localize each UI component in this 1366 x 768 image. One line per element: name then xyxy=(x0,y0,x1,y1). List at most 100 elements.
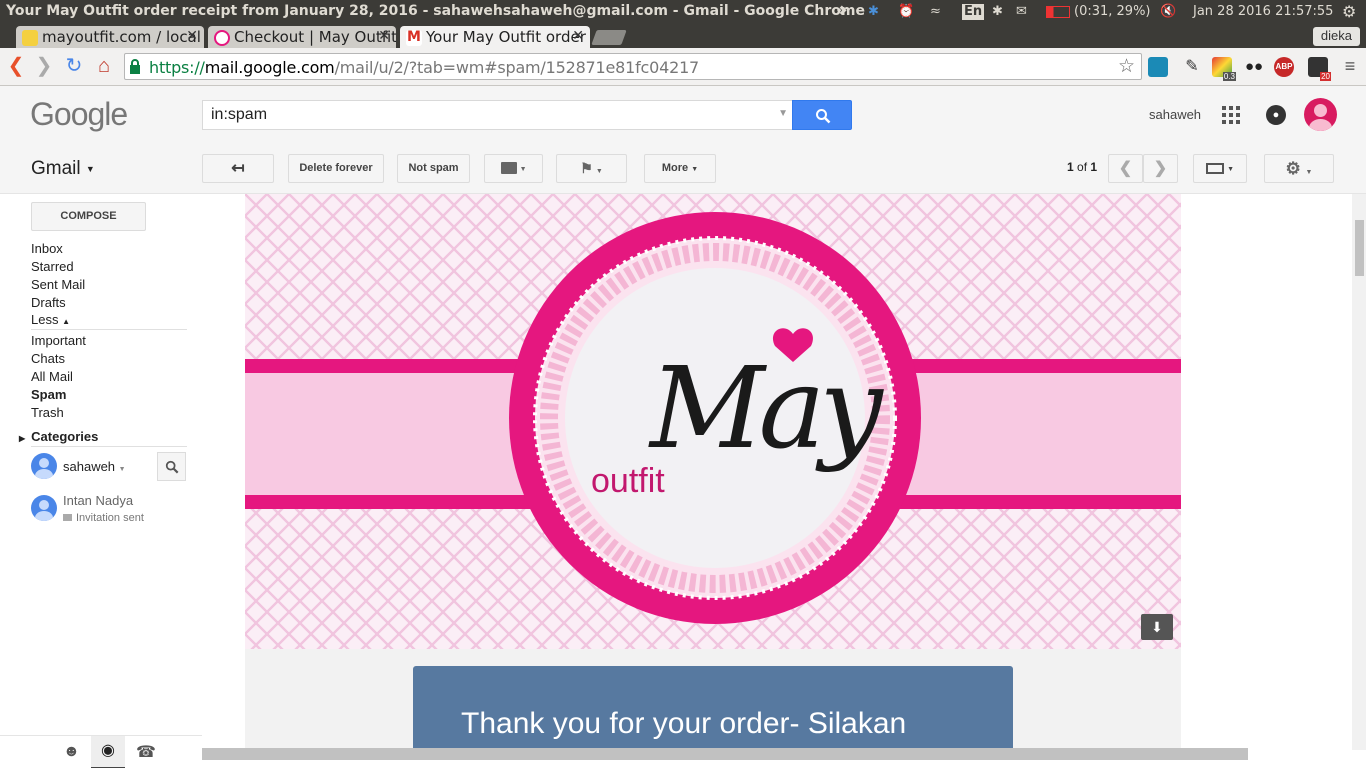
gmail-app-switcher[interactable]: Gmail ▼ xyxy=(31,158,95,180)
bookmark-star-icon[interactable]: ☆ xyxy=(1118,55,1135,78)
gmail-header: Google ▼ sahaweh ● Gmail ▼ ↤ Delete fore… xyxy=(0,86,1366,194)
eyedropper-icon[interactable]: ✎ xyxy=(1182,57,1202,77)
contact-avatar[interactable] xyxy=(31,495,57,521)
bluetooth-status-icon[interactable]: ✱ xyxy=(992,4,1003,20)
google-logo[interactable]: Google xyxy=(30,96,128,133)
nav-less-toggle[interactable]: Less ▲ xyxy=(31,312,70,327)
search-icon xyxy=(165,460,179,474)
nav-all-mail[interactable]: All Mail xyxy=(31,369,73,384)
message-view: May outfit ⬇ Thank you for your order- S… xyxy=(202,194,1352,750)
home-icon[interactable]: ⌂ xyxy=(92,55,116,79)
tab-gmail-order[interactable]: M Your May Outfit order ✕ xyxy=(400,26,590,48)
wifi-icon[interactable]: ≈ xyxy=(930,4,941,20)
mail-indicator-icon[interactable]: ✉ xyxy=(1016,4,1027,20)
back-to-spam-button[interactable]: ↤ xyxy=(202,154,274,183)
more-label: More xyxy=(661,162,689,174)
chevron-down-icon: ▼ xyxy=(519,166,527,173)
nav-divider xyxy=(31,446,187,447)
mail-checker-icon[interactable]: 20 xyxy=(1308,57,1331,81)
dropbox-icon[interactable]: ❖ xyxy=(836,4,848,20)
avatar[interactable] xyxy=(1304,98,1337,131)
tab-strip: mayoutfit.com / local ✕ Checkout | May O… xyxy=(0,24,1366,48)
close-tab-icon[interactable]: ✕ xyxy=(378,28,390,44)
chevron-right-icon: ❯ xyxy=(1153,160,1168,177)
keyboard-icon xyxy=(1206,162,1224,174)
address-bar[interactable]: https://mail.google.com/mail/u/2/?tab=wm… xyxy=(124,53,1142,80)
clock[interactable]: Jan 28 2016 21:57:55 xyxy=(1193,4,1333,20)
tab-label: Your May Outfit order xyxy=(426,28,586,46)
not-spam-button[interactable]: Not spam xyxy=(397,154,470,183)
gmail-label: Gmail xyxy=(31,158,81,179)
bluetooth-icon[interactable]: ✱ xyxy=(868,4,879,20)
volume-muted-icon[interactable]: 🔇 xyxy=(1160,4,1176,20)
battery-icon[interactable] xyxy=(1046,6,1070,18)
account-name[interactable]: sahaweh xyxy=(1149,107,1201,122)
nav-chats[interactable]: Chats xyxy=(31,351,65,366)
incognito-mask-icon[interactable]: ●● xyxy=(1244,57,1264,77)
nav-sent-mail[interactable]: Sent Mail xyxy=(31,277,85,292)
close-tab-icon[interactable]: ✕ xyxy=(186,28,198,44)
back-icon[interactable]: ❮ xyxy=(4,55,28,79)
logo-text: Google xyxy=(30,96,128,132)
labels-button[interactable]: ⚑ ▼ xyxy=(556,154,627,183)
nav-inbox[interactable]: Inbox xyxy=(31,241,63,256)
adblock-plus-icon[interactable]: ABP xyxy=(1274,57,1294,77)
system-settings-icon[interactable]: ⚙ xyxy=(1342,4,1356,20)
alarm-clock-icon[interactable]: ⏰ xyxy=(898,4,914,20)
scrollbar-thumb[interactable] xyxy=(1355,220,1364,276)
new-tab-button[interactable] xyxy=(591,30,627,45)
browser-toolbar: ❮ ❯ ↻ ⌂ https://mail.google.com/mail/u/2… xyxy=(0,48,1366,86)
notifications-bell-icon[interactable]: ● xyxy=(1266,105,1286,125)
thank-you-heading: Thank you for your order- Silakan xyxy=(461,707,907,740)
nav-trash[interactable]: Trash xyxy=(31,405,64,420)
tab-checkout[interactable]: Checkout | May Outfit ✕ xyxy=(208,26,396,48)
chevron-down-icon: ▼ xyxy=(595,168,603,175)
reload-icon[interactable]: ↻ xyxy=(62,55,86,79)
compose-button[interactable]: COMPOSE xyxy=(31,202,146,231)
delete-forever-button[interactable]: Delete forever xyxy=(288,154,384,183)
email-banner-image: May outfit xyxy=(245,194,1181,649)
hangouts-chat-icon[interactable]: ◉ xyxy=(91,736,125,768)
contact-name[interactable]: Intan Nadya xyxy=(63,493,133,508)
nav-important[interactable]: Important xyxy=(31,333,86,348)
vertical-scrollbar[interactable] xyxy=(1352,194,1366,750)
older-button[interactable]: ❯ xyxy=(1143,154,1178,183)
person-icon[interactable]: ☻ xyxy=(63,743,80,761)
hangouts-search-button[interactable] xyxy=(157,452,186,481)
pager: 1 of 1 xyxy=(1067,160,1097,174)
forward-icon[interactable]: ❯ xyxy=(32,55,56,79)
horizontal-scrollbar[interactable] xyxy=(202,748,1248,760)
download-button[interactable]: ⬇ xyxy=(1141,614,1173,640)
chrome-menu-icon[interactable]: ≡ xyxy=(1340,57,1360,77)
settings-button[interactable]: ⚙ ▼ xyxy=(1264,154,1334,183)
search-input[interactable] xyxy=(211,106,771,124)
colorzilla-icon[interactable]: 0.3 xyxy=(1212,57,1236,81)
hangouts-me[interactable]: sahaweh ▼ xyxy=(63,459,126,474)
nav-starred[interactable]: Starred xyxy=(31,259,74,274)
extension-wave-icon[interactable] xyxy=(1148,57,1168,77)
phone-icon[interactable]: ☎ xyxy=(136,742,156,762)
pager-total: 1 xyxy=(1090,160,1098,174)
tab-mayoutfit-local[interactable]: mayoutfit.com / local ✕ xyxy=(16,26,204,48)
close-tab-icon[interactable]: ✕ xyxy=(572,28,584,44)
keyboard-layout[interactable]: En xyxy=(962,4,985,20)
hangouts-bottom-bar: ☻ ◉ ☎ xyxy=(0,735,202,768)
favicon-icon xyxy=(214,30,230,46)
search-button[interactable] xyxy=(792,100,852,130)
search-options-icon[interactable]: ▼ xyxy=(778,108,788,119)
input-tools-button[interactable]: ▼ xyxy=(1193,154,1247,183)
brand-script: May xyxy=(650,344,883,474)
profile-button[interactable]: dieka xyxy=(1312,27,1360,46)
apps-grid-icon[interactable] xyxy=(1222,106,1240,124)
nav-spam[interactable]: Spam xyxy=(31,387,66,402)
move-to-button[interactable]: ▼ xyxy=(484,154,543,183)
chevron-up-icon: ▲ xyxy=(62,317,71,326)
nav-drafts[interactable]: Drafts xyxy=(31,295,66,310)
hangouts-avatar[interactable] xyxy=(31,453,57,479)
nav-categories[interactable]: ▶ Categories xyxy=(19,429,98,444)
search-box[interactable]: ▼ xyxy=(202,100,792,130)
more-button[interactable]: More ▼ xyxy=(644,154,716,183)
newer-button[interactable]: ❮ xyxy=(1108,154,1143,183)
search-icon xyxy=(816,109,831,124)
folder-icon xyxy=(500,162,517,175)
